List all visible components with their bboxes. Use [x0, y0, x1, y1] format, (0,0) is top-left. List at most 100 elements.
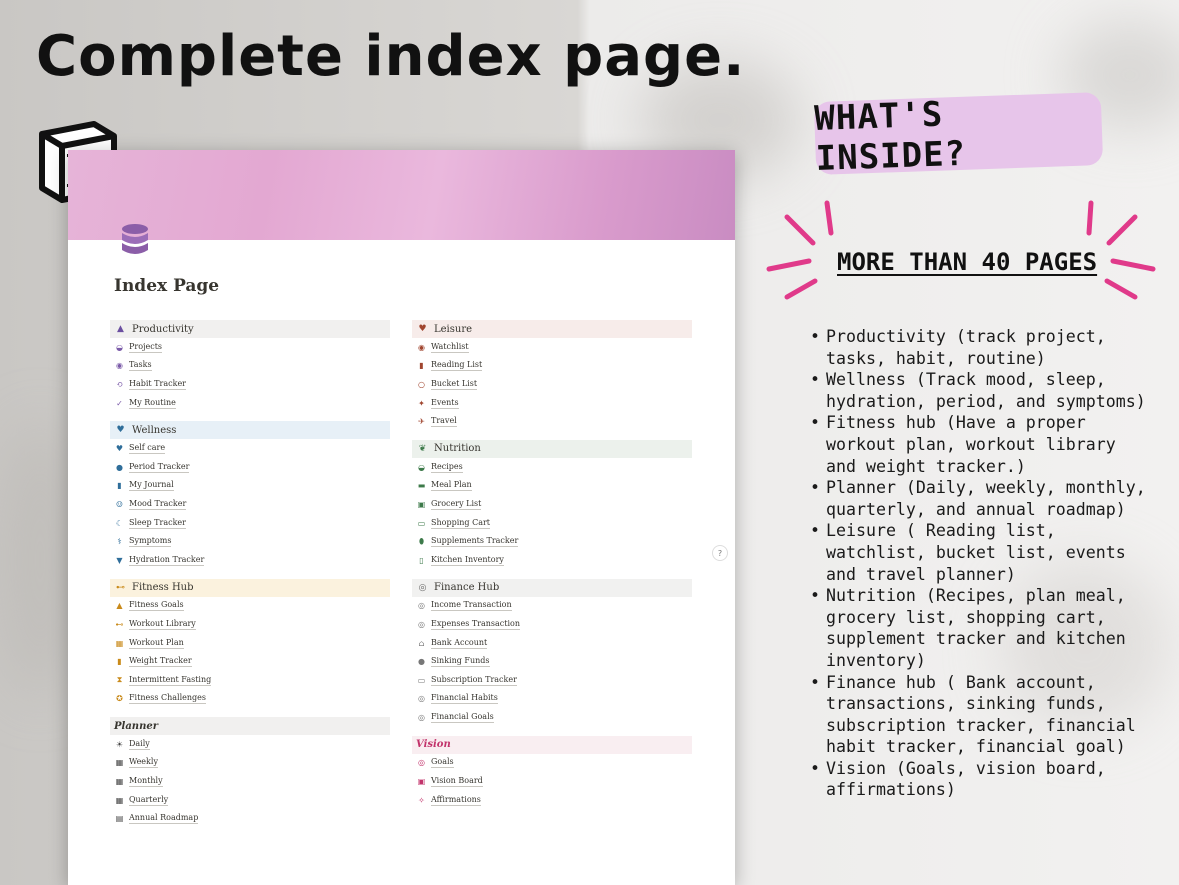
index-link-watchlist[interactable]: ◉ Watchlist: [412, 338, 692, 357]
cup-icon: ▼: [116, 555, 123, 565]
link-label: Travel: [431, 416, 457, 428]
whats-inside-badge: WHAT'S INSIDE?: [814, 92, 1104, 178]
index-link-annual-roadmap[interactable]: ▤ Annual Roadmap: [110, 809, 390, 828]
link-label: Sleep Tracker: [129, 517, 186, 529]
target-icon: ◎: [418, 758, 425, 768]
index-link-subscription-tracker[interactable]: ▭ Subscription Tracker: [412, 671, 692, 690]
index-link-weight-tracker[interactable]: ▮ Weight Tracker: [110, 652, 390, 671]
section-wellness: ♥ Wellness ♥ Self care ● Period Tracker ▮ My Jo…: [110, 421, 390, 569]
section-header-vision[interactable]: Vision: [412, 735, 692, 754]
section-title: Wellness: [132, 424, 177, 436]
index-link-goals[interactable]: ◎ Goals: [412, 754, 692, 773]
section-header-fitness-hub[interactable]: ⊷ Fitness Hub: [110, 578, 390, 597]
index-link-recipes[interactable]: ◒ Recipes: [412, 458, 692, 477]
index-link-workout-plan[interactable]: ▦ Workout Plan: [110, 634, 390, 653]
index-link-hydration-tracker[interactable]: ▼ Hydration Tracker: [110, 551, 390, 570]
heart-icon: ♥: [418, 324, 427, 334]
section-title: Planner: [114, 720, 158, 732]
link-label: Tasks: [129, 360, 152, 372]
index-link-symptoms[interactable]: ⚕ Symptoms: [110, 532, 390, 551]
plate-icon: ▬: [417, 481, 426, 491]
section-header-leisure[interactable]: ♥ Leisure: [412, 320, 692, 338]
index-column-right: ♥ Leisure ◉ Watchlist ▮ Reading List ○ Bucket L…: [412, 320, 692, 818]
link-label: Affirmations: [431, 794, 481, 806]
index-link-grocery-list[interactable]: ▣ Grocery List: [412, 495, 692, 514]
index-link-quarterly[interactable]: ▦ Quarterly: [110, 791, 390, 810]
scale-icon: ▮: [117, 657, 122, 667]
index-link-period-tracker[interactable]: ● Period Tracker: [110, 458, 390, 477]
index-link-sleep-tracker[interactable]: ☾ Sleep Tracker: [110, 514, 390, 533]
map-icon: ▤: [115, 814, 124, 824]
index-link-projects[interactable]: ◒ Projects: [110, 338, 390, 357]
index-link-travel[interactable]: ✈ Travel: [412, 412, 692, 431]
coins-icon: ◎: [418, 694, 425, 704]
index-link-supplements-tracker[interactable]: ⬮ Supplements Tracker: [412, 532, 692, 551]
database-icon[interactable]: [118, 222, 152, 258]
index-link-meal-plan[interactable]: ▬ Meal Plan: [412, 477, 692, 496]
index-link-kitchen-inventory[interactable]: ▯ Kitchen Inventory: [412, 551, 692, 570]
index-link-habit-tracker[interactable]: ⟲ Habit Tracker: [110, 375, 390, 394]
fridge-icon: ▯: [419, 555, 424, 565]
index-link-financial-habits[interactable]: ◎ Financial Habits: [412, 690, 692, 709]
link-label: Bucket List: [431, 378, 478, 390]
link-label: Self care: [129, 443, 166, 455]
index-link-income-transaction[interactable]: ◎ Income Transaction: [412, 597, 692, 616]
notion-page: Index Page ▲ Productivity ◒ Projects ◉ Tasks ⟲…: [68, 150, 735, 885]
task-icon: ◉: [116, 361, 123, 371]
link-label: Daily: [129, 738, 150, 750]
index-link-self-care[interactable]: ♥ Self care: [110, 439, 390, 458]
section-title: Vision: [416, 739, 451, 751]
link-label: Hydration Tracker: [129, 554, 205, 566]
index-link-shopping-cart[interactable]: ▭ Shopping Cart: [412, 514, 692, 533]
page-title: Index Page: [114, 276, 220, 296]
index-link-financial-goals[interactable]: ◎ Financial Goals: [412, 708, 692, 727]
link-label: Workout Library: [129, 618, 196, 630]
index-link-fitness-goals[interactable]: ▲ Fitness Goals: [110, 597, 390, 616]
index-link-affirmations[interactable]: ✧ Affirmations: [412, 791, 692, 810]
section-title: Nutrition: [434, 443, 481, 455]
link-label: Weight Tracker: [129, 656, 192, 668]
section-header-wellness[interactable]: ♥ Wellness: [110, 421, 390, 440]
pill-icon: ⬮: [418, 536, 425, 546]
index-link-monthly[interactable]: ▦ Monthly: [110, 772, 390, 791]
index-link-intermittent-fasting[interactable]: ⧗ Intermittent Fasting: [110, 671, 390, 690]
index-link-my-journal[interactable]: ▮ My Journal: [110, 477, 390, 496]
section-header-finance-hub[interactable]: ◎ Finance Hub: [412, 578, 692, 597]
index-link-events[interactable]: ✦ Events: [412, 394, 692, 413]
link-label: Watchlist: [431, 341, 469, 353]
piggy-icon: ●: [418, 657, 425, 667]
link-label: Sinking Funds: [431, 656, 490, 668]
thermometer-icon: ⚕: [117, 537, 122, 547]
section-header-planner[interactable]: Planner: [110, 717, 390, 736]
index-link-bank-account[interactable]: ⌂ Bank Account: [412, 634, 692, 653]
help-button[interactable]: ?: [712, 545, 728, 561]
heart-icon: ♥: [115, 444, 124, 454]
index-link-mood-tracker[interactable]: ☺ Mood Tracker: [110, 495, 390, 514]
drop-icon: ●: [116, 462, 123, 472]
chart-icon: ▲: [117, 324, 124, 334]
section-header-nutrition[interactable]: ❦ Nutrition: [412, 439, 692, 458]
index-link-daily[interactable]: ☀ Daily: [110, 735, 390, 754]
feature-item: Leisure ( Reading list, watchlist, bucke…: [808, 520, 1153, 585]
film-icon: ◉: [418, 342, 425, 352]
index-link-weekly[interactable]: ▦ Weekly: [110, 754, 390, 773]
index-link-sinking-funds[interactable]: ● Sinking Funds: [412, 652, 692, 671]
index-link-fitness-challenges[interactable]: ✪ Fitness Challenges: [110, 690, 390, 709]
bag-icon: ▣: [417, 499, 426, 509]
index-link-tasks[interactable]: ◉ Tasks: [110, 357, 390, 376]
section-vision: Vision ◎ Goals ▣ Vision Board ✧ Affirmations: [412, 735, 692, 810]
index-link-workout-library[interactable]: ⊷ Workout Library: [110, 615, 390, 634]
index-link-my-routine[interactable]: ✓ My Routine: [110, 394, 390, 413]
index-link-reading-list[interactable]: ▮ Reading List: [412, 357, 692, 376]
index-link-bucket-list[interactable]: ○ Bucket List: [412, 375, 692, 394]
index-link-expenses-transaction[interactable]: ◎ Expenses Transaction: [412, 615, 692, 634]
box-icon: ◒: [116, 342, 123, 352]
section-header-productivity[interactable]: ▲ Productivity: [110, 320, 390, 338]
section-title: Finance Hub: [434, 582, 500, 594]
medal-icon: ✪: [116, 694, 123, 704]
link-label: Meal Plan: [431, 480, 472, 492]
check-icon: ✓: [116, 398, 123, 408]
index-link-vision-board[interactable]: ▣ Vision Board: [412, 772, 692, 791]
feature-item: Productivity (track project, tasks, habi…: [808, 326, 1153, 369]
link-label: Bank Account: [431, 637, 488, 649]
